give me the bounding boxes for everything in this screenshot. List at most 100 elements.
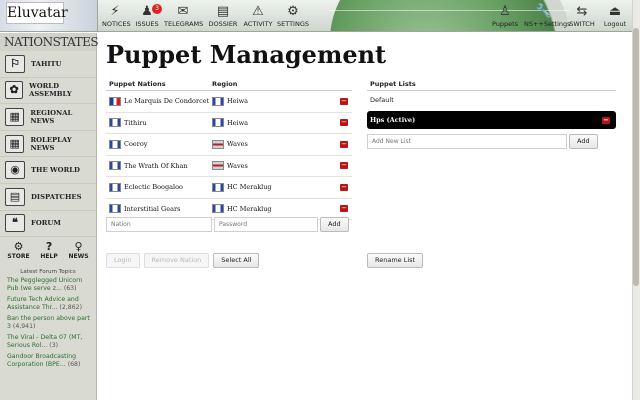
topic-title[interactable]: Gandoor Broadcasting Corporation (BPE... [7, 353, 76, 368]
nav-settings[interactable]: ⚙ SETTINGS [277, 3, 309, 29]
table-row[interactable]: Le Marquis De Condorcet Heiwa − [106, 91, 352, 113]
sidebar-item-world-assembly[interactable]: ✿ WORLD ASSEMBLY [0, 78, 96, 105]
nav-label: ACTIVITY [243, 20, 273, 28]
puppet-region-name[interactable]: Waves [227, 140, 248, 148]
puppet-nation-name[interactable]: Eclectic Boogaloo [124, 183, 183, 191]
puppet-nation-name[interactable]: Interstitial Gears [124, 205, 180, 213]
remove-puppet-button[interactable]: − [340, 119, 348, 127]
laurel-icon: ✿ [5, 81, 24, 100]
page-title: Puppet Management [106, 40, 387, 69]
table-row[interactable]: The Wrath Of Khan Waves − [106, 156, 352, 177]
sidebar-item-forum[interactable]: ❝ FORUM [0, 211, 96, 238]
sidebar-item-label: DISPATCHES [31, 192, 82, 201]
news-link[interactable]: ♀ NEWS [69, 241, 89, 265]
speech-bubble-icon: ❝ [5, 214, 25, 233]
password-input[interactable] [214, 217, 318, 232]
nav-activity[interactable]: ⚠ ACTIVITY [243, 3, 273, 29]
remove-puppet-button[interactable]: − [340, 183, 348, 191]
puppet-nation-cell[interactable]: Interstitial Gears [106, 204, 212, 214]
remove-puppet-button[interactable]: − [340, 97, 348, 105]
remove-nation-button[interactable]: Remove Nation [143, 253, 210, 268]
puppet-region-name[interactable]: HC Meraklug [227, 205, 272, 213]
sidebar-item-label: TAHITU [31, 59, 62, 68]
forum-topic-link[interactable]: The Pegglegged Unicorn Pub (we serve z..… [0, 275, 96, 294]
nation-banner[interactable]: Eluvatar [0, 0, 98, 31]
nav-dossier[interactable]: ▤ DOSSIER [208, 3, 238, 29]
puppet-region-name[interactable]: Waves [227, 162, 248, 170]
add-list-button[interactable]: Add [569, 134, 598, 149]
nav-switch[interactable]: ⇆ SWITCH [568, 3, 596, 29]
forum-topic-link[interactable]: Future Tech Advice and Assistance Thr...… [0, 294, 96, 313]
login-button[interactable]: Login [106, 253, 140, 268]
list-item-active[interactable]: Hps (Active) − [367, 111, 616, 129]
puppet-region-cell: Waves [212, 139, 340, 149]
page-scrollbar[interactable] [632, 0, 640, 400]
delete-list-button[interactable]: − [602, 116, 610, 124]
add-puppet-button[interactable]: Add [320, 217, 349, 232]
sidebar-item-label: FORUM [31, 219, 61, 228]
puppet-nation-cell[interactable]: Tithiru [106, 118, 212, 128]
sidebar-item-dispatches[interactable]: ▤ DISPATCHES [0, 184, 96, 211]
table-row[interactable]: Coeroy Waves − [106, 134, 352, 156]
nav-notices[interactable]: ⚡ NOTICES [102, 3, 131, 29]
remove-puppet-button[interactable]: − [340, 162, 348, 170]
puppet-nation-cell[interactable]: Le Marquis De Condorcet [106, 96, 212, 106]
nation-flag-icon [109, 182, 121, 192]
sidebar-tools: ⚙ STORE ? HELP ♀ NEWS [0, 237, 96, 265]
nationstates-logo[interactable]: NATIONSTATES [0, 33, 99, 51]
puppet-region-name[interactable]: HC Meraklug [227, 183, 272, 191]
nation-name[interactable]: Eluvatar [6, 2, 68, 24]
sidebar-item-roleplay-news[interactable]: ▦ ROLEPLAY NEWS [0, 131, 96, 158]
sidebar-item-label: REGIONAL NEWS [30, 108, 73, 125]
nav-puppets[interactable]: ♙ Puppets [490, 3, 520, 29]
puppet-nation-name[interactable]: Coeroy [124, 140, 147, 148]
sidebar-item-the-world[interactable]: ◉ THE WORLD [0, 157, 96, 184]
nav-telegrams[interactable]: ✉ TELEGRAMS [164, 3, 204, 29]
remove-puppet-button[interactable]: − [340, 140, 348, 148]
puppet-region-cell: Heiwa [212, 118, 340, 128]
topic-count: (4,941) [12, 322, 36, 330]
rename-list-button[interactable]: Rename List [367, 253, 424, 268]
activity-icon: ⚠ [252, 4, 264, 19]
active-list-label: Hps (Active) [370, 116, 416, 124]
puppet-nation-cell[interactable]: Eclectic Boogaloo [106, 182, 212, 192]
store-icon: ⚙ [13, 240, 24, 254]
forum-topic-link[interactable]: Ban the person above part 3 (4,941) [0, 313, 96, 332]
nav-label: TELEGRAMS [164, 20, 204, 28]
puppet-table-header: Puppet Nations Region [106, 77, 352, 91]
forum-topic-link[interactable]: The Viral - Delta 07 (MT, Serious Rol...… [0, 332, 96, 351]
select-all-button[interactable]: Select All [213, 253, 260, 268]
puppet-table: Puppet Nations Region Le Marquis De Cond… [106, 77, 352, 220]
puppet-nation-cell[interactable]: Coeroy [106, 139, 212, 149]
remove-puppet-button[interactable]: − [340, 205, 348, 213]
forum-topic-link[interactable]: Gandoor Broadcasting Corporation (BPE...… [0, 351, 96, 370]
new-list-input[interactable] [367, 134, 567, 149]
puppet-nation-name[interactable]: Le Marquis De Condorcet [124, 97, 209, 105]
help-icon: ? [45, 240, 53, 254]
puppet-nation-name[interactable]: The Wrath Of Khan [124, 162, 188, 170]
table-row[interactable]: Eclectic Boogaloo HC Meraklug − [106, 177, 352, 199]
nation-flag-icon [109, 96, 121, 106]
topic-title[interactable]: The Viral - Delta 07 (MT, Serious Rol... [7, 334, 82, 349]
table-row[interactable]: Tithiru Heiwa − [106, 113, 352, 134]
sidebar-item-nation[interactable]: ⚐ TAHITU [0, 51, 96, 78]
nav-logout[interactable]: ⏏ Logout [600, 3, 630, 29]
puppet-nation-name[interactable]: Tithiru [124, 119, 147, 127]
scrollbar-thumb[interactable] [633, 28, 639, 286]
help-link[interactable]: ? HELP [40, 241, 57, 265]
puppet-region-name[interactable]: Heiwa [227, 119, 248, 127]
nav-nspp-settings[interactable]: 🔧 NS++Settings [524, 3, 571, 29]
nation-flag-icon [109, 118, 121, 128]
switch-icon: ⇆ [576, 4, 588, 19]
sidebar-item-regional-news[interactable]: ▦ REGIONAL NEWS [0, 104, 96, 131]
sidebar-item-label: THE WORLD [31, 166, 80, 175]
gear-icon: ⚙ [287, 4, 299, 19]
nav-issues[interactable]: ♟ 3 ISSUES [134, 3, 162, 29]
list-item-default[interactable]: Default [367, 91, 616, 109]
store-link[interactable]: ⚙ STORE [7, 241, 29, 265]
puppet-region-name[interactable]: Heiwa [227, 97, 248, 105]
region-flag-icon [212, 182, 224, 192]
puppet-nation-cell[interactable]: The Wrath Of Khan [106, 161, 212, 171]
puppet-region-cell: Waves [212, 161, 340, 171]
nation-input[interactable] [106, 217, 212, 232]
